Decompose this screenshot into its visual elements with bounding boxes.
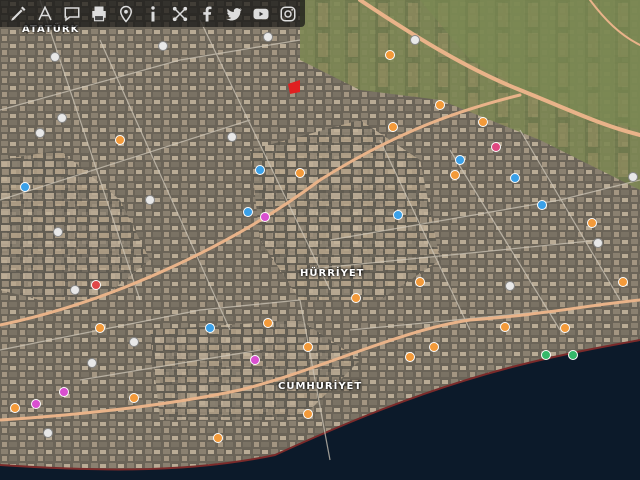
edit-icon[interactable] — [5, 1, 30, 26]
location-icon[interactable] — [113, 1, 138, 26]
district-label-hurriyet: HÜRRİYET — [300, 268, 365, 279]
print-icon[interactable] — [86, 1, 111, 26]
twitter-icon[interactable] — [221, 1, 246, 26]
comment-icon[interactable] — [59, 1, 84, 26]
map-toolbar — [0, 0, 305, 27]
measure-icon[interactable] — [32, 1, 57, 26]
info-icon[interactable] — [140, 1, 165, 26]
satellite-map[interactable] — [0, 0, 640, 480]
district-label-cumhuriyet: CUMHURİYET — [278, 381, 363, 392]
facebook-icon[interactable] — [194, 1, 219, 26]
share-icon[interactable] — [167, 1, 192, 26]
instagram-icon[interactable] — [275, 1, 300, 26]
youtube-icon[interactable] — [248, 1, 273, 26]
